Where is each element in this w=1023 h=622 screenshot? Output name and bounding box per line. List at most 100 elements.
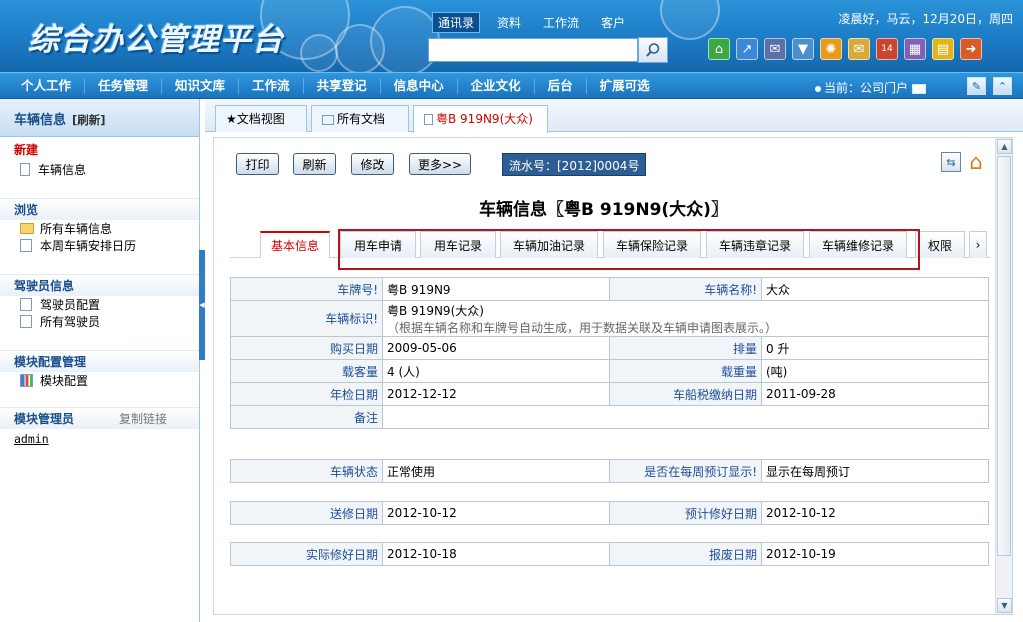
displacement-label: 排量 <box>609 336 762 360</box>
home-icon[interactable]: ⌂ <box>964 150 988 174</box>
collapse-up-button[interactable]: ⌃ <box>993 77 1012 95</box>
search-input[interactable] <box>428 38 638 62</box>
tab-usage-request[interactable]: 用车申请 <box>340 231 416 258</box>
tax-date-value: 2011-09-28 <box>761 382 989 406</box>
main-menu: 个人工作 任务管理 知识文库 工作流 共享登记 信息中心 企业文化 后台 扩展可… <box>8 73 663 99</box>
tab-permissions[interactable]: 权限 <box>915 231 965 258</box>
tab-label: 所有文档 <box>337 112 386 126</box>
tab-label: ★文档视图 <box>226 112 285 126</box>
sidebar-item-module-config[interactable]: 模块配置 <box>0 372 199 389</box>
vehicle-detail-table: 车牌号! 粤B 919N9 车辆名称! 大众 车辆标识! 粤B 919N9(大众… <box>230 277 989 429</box>
menu-backend[interactable]: 后台 <box>535 78 587 94</box>
expected-date-label: 预计修好日期 <box>609 501 762 525</box>
list-icon <box>20 315 32 328</box>
tab-basic-info[interactable]: 基本信息 <box>260 231 330 258</box>
monitor-icon <box>912 83 927 94</box>
serial-number: 流水号：[2012]0004号 <box>502 153 647 176</box>
load-label: 载重量 <box>609 359 762 383</box>
tab-repair-record[interactable]: 车辆维修记录 <box>809 231 907 258</box>
search-button[interactable] <box>638 37 668 63</box>
document-content: 打印 刷新 修改 更多>> 流水号：[2012]0004号 ⇆ ⌂ 车辆信息〖粤… <box>213 137 1013 615</box>
more-button[interactable]: 更多>> <box>409 153 471 175</box>
scroll-down-icon[interactable]: ▼ <box>997 598 1012 613</box>
vehicle-id-cell: 粤B 919N9(大众) （根据车辆名称和车牌号自动生成，用于数据关联及车辆申请图… <box>382 300 989 337</box>
scrap-date-value: 2012-10-19 <box>761 542 989 566</box>
menu-workflow[interactable]: 工作流 <box>239 78 304 94</box>
tab-fuel-record[interactable]: 车辆加油记录 <box>500 231 598 258</box>
tab-violation-record[interactable]: 车辆违章记录 <box>706 231 804 258</box>
toplink-customers[interactable]: 客户 <box>596 13 630 32</box>
sidebar-item-label: 所有驾驶员 <box>40 315 101 329</box>
calendar-icon[interactable]: 14 <box>876 38 898 60</box>
repair-date-label: 送修日期 <box>230 501 383 525</box>
refresh-button[interactable]: 刷新 <box>293 153 336 175</box>
sidebar-refresh-link[interactable]: [刷新] <box>72 113 106 127</box>
menu-culture[interactable]: 企业文化 <box>458 78 535 94</box>
menu-knowledge[interactable]: 知识文库 <box>162 78 240 94</box>
refresh-icon[interactable]: ↗ <box>736 38 758 60</box>
expected-date-value: 2012-10-12 <box>761 501 989 525</box>
table-icon <box>322 114 334 125</box>
menu-shared-register[interactable]: 共享登记 <box>304 78 381 94</box>
chart-icon[interactable]: ▦ <box>904 38 926 60</box>
sidebar-item-label: 驾驶员配置 <box>40 298 101 312</box>
dot-icon <box>815 85 821 92</box>
copy-link[interactable]: 复制链接 <box>119 408 167 429</box>
current-portal-label: 当前：公司门户 <box>824 81 909 95</box>
toplink-contacts[interactable]: 通讯录 <box>432 11 481 33</box>
shirt-icon[interactable]: ▼ <box>792 38 814 60</box>
sidebar-item-all-vehicles[interactable]: 所有车辆信息 <box>0 220 199 237</box>
admin-user-link[interactable]: admin <box>0 429 199 449</box>
scroll-thumb[interactable] <box>997 156 1011 556</box>
table-row: 备注 <box>230 405 989 429</box>
tab-insurance-record[interactable]: 车辆保险记录 <box>603 231 701 258</box>
mail-icon[interactable]: ✉ <box>764 38 786 60</box>
edit-pencil-button[interactable]: ✎ <box>967 77 986 95</box>
sidebar-item-label: 车辆信息 <box>38 163 87 177</box>
content-scrollbar[interactable]: ▲ ▼ <box>995 138 1012 614</box>
status-value: 正常使用 <box>382 459 610 483</box>
tab-document-view[interactable]: ★文档视图 <box>215 105 307 132</box>
current-portal[interactable]: 当前：公司门户 <box>815 79 927 96</box>
sidebar-item-driver-config[interactable]: 驾驶员配置 <box>0 296 199 313</box>
menu-personal[interactable]: 个人工作 <box>8 78 86 94</box>
vehicle-id-label: 车辆标识! <box>230 300 383 337</box>
sidebar-item-all-drivers[interactable]: 所有驾驶员 <box>0 313 199 330</box>
document-icon <box>20 163 30 176</box>
sidebar-item-new-vehicle[interactable]: 车辆信息 <box>0 161 199 178</box>
logout-icon[interactable]: ➜ <box>960 38 982 60</box>
sidebar-item-label: 本周车辆安排日历 <box>40 239 137 253</box>
note-icon[interactable]: ▤ <box>932 38 954 60</box>
edit-button[interactable]: 修改 <box>351 153 394 175</box>
buy-date-label: 购买日期 <box>230 336 383 360</box>
top-links: 通讯录 资料 工作流 客户 <box>432 11 630 33</box>
record-tabs: 基本信息 用车申请 用车记录 车辆加油记录 车辆保险记录 车辆违章记录 车辆维修… <box>230 229 990 270</box>
vehicle-status-table: 车辆状态 正常使用 是否在每周预订显示! 显示在每周预订 <box>230 459 989 483</box>
sidebar-section-new: 新建 车辆信息 <box>0 137 199 181</box>
scroll-up-icon[interactable]: ▲ <box>997 139 1012 154</box>
note-label: 备注 <box>230 405 383 429</box>
search-icon <box>646 43 660 57</box>
export-icon[interactable]: ⇆ <box>941 152 961 172</box>
menu-extensions[interactable]: 扩展可选 <box>587 78 663 94</box>
menu-info-center[interactable]: 信息中心 <box>381 78 458 94</box>
menu-tasks[interactable]: 任务管理 <box>85 78 163 94</box>
tab-all-documents[interactable]: 所有文档 <box>311 105 409 132</box>
tabs-scroll-right[interactable]: › <box>969 231 987 258</box>
document-icon <box>424 114 433 125</box>
weekly-display-label: 是否在每周预订显示! <box>609 459 762 483</box>
tab-vehicle-record[interactable]: 粤B 919N9(大众) <box>413 105 548 133</box>
sun-icon[interactable]: ✺ <box>820 38 842 60</box>
sidebar-item-label: 所有车辆信息 <box>40 222 113 236</box>
print-button[interactable]: 打印 <box>236 153 279 175</box>
table-row: 车辆状态 正常使用 是否在每周预订显示! 显示在每周预订 <box>230 459 989 483</box>
envelope-icon[interactable]: ✉ <box>848 38 870 60</box>
sidebar-section-module: 模块配置管理 模块配置 <box>0 347 199 392</box>
home-icon[interactable]: ⌂ <box>708 38 730 60</box>
sidebar-item-weekly-calendar[interactable]: 本周车辆安排日历 <box>0 237 199 254</box>
scrap-date-label: 报废日期 <box>609 542 762 566</box>
toplink-files[interactable]: 资料 <box>492 13 526 32</box>
toplink-workflow[interactable]: 工作流 <box>538 13 584 32</box>
vehicle-id-hint: （根据车辆名称和车牌号自动生成，用于数据关联及车辆申请图表展示。） <box>387 320 778 335</box>
tab-usage-record[interactable]: 用车记录 <box>420 231 496 258</box>
